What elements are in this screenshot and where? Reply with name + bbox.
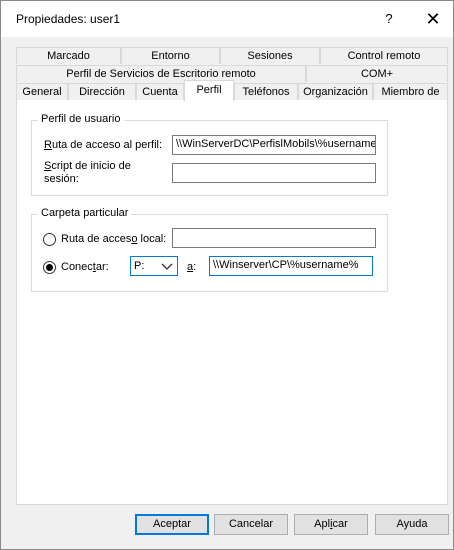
- properties-dialog: Propiedades: user1 ? ✕ Marcado Entorno S…: [0, 0, 454, 550]
- user-profile-group: Perfil de usuario Ruta de acceso al perf…: [31, 113, 388, 196]
- home-folder-group: Carpeta particular Ruta de acceso local:…: [31, 207, 388, 292]
- chevron-down-icon: [161, 263, 173, 270]
- close-button[interactable]: ✕: [415, 4, 451, 34]
- tab-cuenta[interactable]: Cuenta: [136, 83, 184, 100]
- tab-telefonos[interactable]: Teléfonos: [234, 83, 298, 100]
- to-label: a:: [187, 261, 197, 273]
- logon-script-label: Script de inicio de sesión:: [44, 160, 131, 185]
- cancel-button[interactable]: Cancelar: [214, 514, 288, 535]
- user-profile-legend: Perfil de usuario: [38, 113, 124, 125]
- title-bar: Propiedades: user1 ? ✕: [1, 1, 453, 37]
- tab-marcado[interactable]: Marcado: [16, 47, 121, 64]
- tab-sesiones[interactable]: Sesiones: [220, 47, 320, 64]
- profile-path-input[interactable]: \\WinServerDC\PerfislMobils\%username: [172, 135, 376, 155]
- tab-miembro-de[interactable]: Miembro de: [373, 83, 448, 100]
- local-path-radio[interactable]: [43, 233, 56, 246]
- drive-select[interactable]: P:: [130, 256, 178, 276]
- tab-panel-perfil: Perfil de usuario Ruta de acceso al perf…: [16, 100, 448, 505]
- tab-perfil[interactable]: Perfil: [184, 80, 234, 101]
- tab-direccion[interactable]: Dirección: [68, 83, 136, 100]
- profile-path-label: Ruta de acceso al perfil:: [44, 139, 163, 151]
- help-button[interactable]: Ayuda: [375, 514, 449, 535]
- tab-entorno[interactable]: Entorno: [121, 47, 220, 64]
- tab-general[interactable]: General: [16, 83, 68, 100]
- connect-label: Conectar:: [61, 261, 109, 273]
- help-title-button[interactable]: ?: [371, 4, 407, 34]
- drive-select-value: P:: [134, 260, 145, 272]
- tab-com-plus[interactable]: COM+: [306, 65, 448, 82]
- tab-perfil-servicios-escritorio-remoto[interactable]: Perfil de Servicios de Escritorio remoto: [16, 65, 306, 82]
- tab-organizacion[interactable]: Organización: [298, 83, 373, 100]
- logon-script-input[interactable]: [172, 163, 376, 183]
- apply-button[interactable]: Aplicar: [294, 514, 368, 535]
- connect-radio[interactable]: [43, 261, 56, 274]
- window-title: Propiedades: user1: [16, 12, 121, 26]
- radio-selected-dot: [46, 264, 53, 271]
- accept-button[interactable]: Aceptar: [135, 514, 209, 535]
- tab-control-remoto[interactable]: Control remoto: [320, 47, 448, 64]
- local-path-input[interactable]: [172, 228, 376, 248]
- home-folder-legend: Carpeta particular: [38, 207, 132, 219]
- local-path-label: Ruta de acceso local:: [61, 233, 167, 245]
- home-path-input[interactable]: \\Winserver\CP\%username%: [209, 256, 373, 276]
